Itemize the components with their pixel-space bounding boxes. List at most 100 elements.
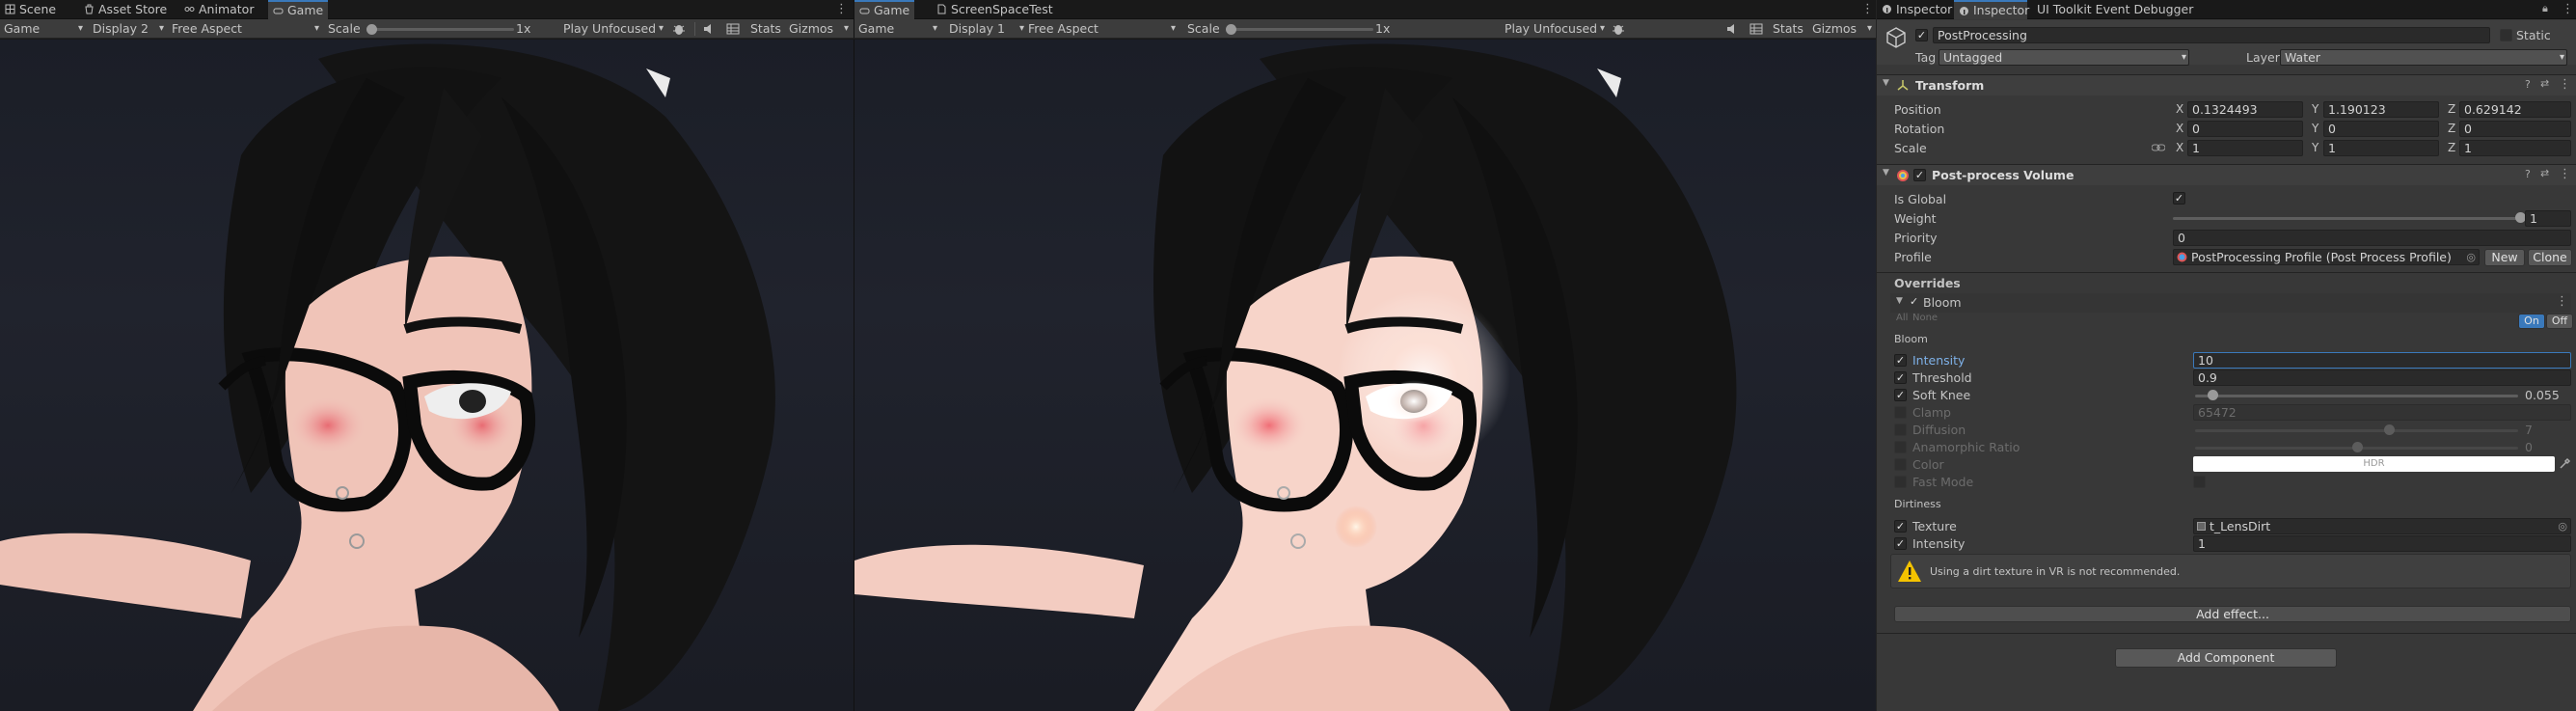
- volume-enabled-checkbox[interactable]: ✓: [1913, 169, 1926, 181]
- scale-z-field[interactable]: 1: [2459, 140, 2571, 156]
- scale-slider-knob[interactable]: [366, 24, 377, 35]
- position-z-field[interactable]: 0.629142: [2459, 101, 2571, 118]
- gizmos-dropdown[interactable]: Gizmos: [789, 20, 851, 38]
- object-picker-icon[interactable]: ◎: [2558, 519, 2567, 533]
- anamorphic-override-checkbox[interactable]: [1894, 441, 1907, 453]
- layer-dropdown[interactable]: Water: [2280, 49, 2567, 66]
- link-constrain-icon[interactable]: [2152, 142, 2165, 153]
- soft-knee-override-checkbox[interactable]: ✓: [1894, 389, 1907, 401]
- display-dropdown[interactable]: Display 1: [949, 20, 1026, 38]
- tab-game-mid[interactable]: Game: [854, 0, 914, 19]
- aspect-dropdown[interactable]: Free Aspect: [172, 20, 321, 38]
- stats-button[interactable]: Stats: [1773, 20, 1803, 38]
- intensity-override-checkbox[interactable]: ✓: [1894, 354, 1907, 367]
- texture-override-checkbox[interactable]: ✓: [1894, 520, 1907, 533]
- tab-scene[interactable]: Scene: [0, 0, 60, 19]
- static-checkbox[interactable]: [2500, 29, 2512, 41]
- preset-icon[interactable]: ⇄: [2540, 167, 2549, 179]
- diffusion-override-checkbox[interactable]: [1894, 424, 1907, 436]
- profile-object-field[interactable]: PostProcessing Profile (Post Process Pro…: [2173, 249, 2480, 265]
- soft-knee-slider-knob[interactable]: [2208, 390, 2219, 400]
- bloom-override-header[interactable]: ▼ ✓ Bloom ⋮: [1890, 293, 2571, 313]
- scale-slider[interactable]: [369, 28, 514, 31]
- bloom-enabled-check-icon[interactable]: ✓: [1910, 295, 1918, 308]
- help-icon[interactable]: ?: [2525, 78, 2531, 91]
- scale-x-field[interactable]: 1: [2187, 140, 2303, 156]
- tab-screen-space-test[interactable]: ScreenSpaceTest: [932, 0, 1057, 19]
- stats-grid-icon[interactable]: [1749, 22, 1763, 36]
- texture-object-field[interactable]: t_LensDirt ◎: [2193, 518, 2571, 534]
- clamp-override-checkbox[interactable]: [1894, 406, 1907, 419]
- dirt-intensity-field[interactable]: 1: [2193, 535, 2571, 552]
- display-dropdown[interactable]: Display 2: [93, 20, 166, 38]
- tab-inspector-2[interactable]: Inspector: [1954, 0, 2029, 19]
- intensity-field[interactable]: 10: [2193, 352, 2571, 369]
- rotation-z-field[interactable]: 0: [2459, 121, 2571, 137]
- audio-icon[interactable]: [702, 22, 716, 36]
- kebab-menu-icon[interactable]: ⋮: [2562, 2, 2574, 16]
- tab-ui-toolkit-debugger[interactable]: UI Toolkit Event Debugger: [2029, 0, 2193, 19]
- bloom-color-swatch[interactable]: HDR: [2193, 456, 2555, 472]
- bloom-on-button[interactable]: On: [2518, 314, 2545, 329]
- play-mode-dropdown[interactable]: Play Unfocused: [563, 20, 665, 38]
- rotation-y-field[interactable]: 0: [2323, 121, 2439, 137]
- threshold-field[interactable]: 0.9: [2193, 369, 2571, 386]
- left-game-viewport[interactable]: [0, 40, 854, 711]
- aspect-dropdown[interactable]: Free Aspect: [1028, 20, 1178, 38]
- add-component-button[interactable]: Add Component: [2115, 648, 2337, 668]
- foldout-arrow-icon[interactable]: ▼: [1883, 78, 1889, 88]
- help-icon[interactable]: ?: [2525, 168, 2531, 180]
- scale-slider[interactable]: [1229, 28, 1373, 31]
- bloom-off-button[interactable]: Off: [2546, 314, 2573, 329]
- game-view-dropdown[interactable]: Game: [858, 20, 939, 38]
- bug-icon[interactable]: [672, 22, 686, 36]
- priority-field[interactable]: 0: [2173, 230, 2571, 246]
- kebab-menu-icon[interactable]: ⋮: [1861, 2, 1874, 16]
- weight-slider[interactable]: [2173, 217, 2520, 220]
- post-process-volume-header[interactable]: ▼ ✓ Post-process Volume ? ⇄ ⋮: [1877, 164, 2576, 185]
- component-menu-icon[interactable]: ⋮: [2559, 167, 2571, 181]
- mid-game-viewport[interactable]: [854, 40, 1876, 711]
- object-picker-icon[interactable]: ◎: [2466, 250, 2476, 264]
- play-mode-dropdown[interactable]: Play Unfocused: [1505, 20, 1607, 38]
- stats-button[interactable]: Stats: [750, 20, 781, 38]
- tab-inspector-1[interactable]: Inspector: [1877, 0, 1952, 19]
- transform-header[interactable]: ▼ Transform ? ⇄ ⋮: [1877, 74, 2576, 96]
- fast-mode-override-checkbox[interactable]: [1894, 476, 1907, 488]
- add-effect-button[interactable]: Add effect...: [1894, 606, 2571, 622]
- rotation-x-field[interactable]: 0: [2187, 121, 2303, 137]
- position-x-field[interactable]: 0.1324493: [2187, 101, 2303, 118]
- is-global-checkbox[interactable]: ✓: [2173, 192, 2185, 205]
- active-checkbox[interactable]: ✓: [1915, 29, 1928, 41]
- scale-y-field[interactable]: 1: [2323, 140, 2439, 156]
- component-menu-icon[interactable]: ⋮: [2559, 77, 2571, 92]
- eyedropper-icon[interactable]: [2559, 457, 2571, 470]
- object-name-field[interactable]: PostProcessing: [1933, 27, 2490, 43]
- gizmos-dropdown[interactable]: Gizmos: [1812, 20, 1874, 38]
- stats-grid-icon[interactable]: [726, 22, 740, 36]
- bug-icon[interactable]: [1612, 22, 1625, 36]
- game-view-dropdown[interactable]: Game: [4, 20, 85, 38]
- dirt-intensity-override-checkbox[interactable]: ✓: [1894, 537, 1907, 550]
- tag-dropdown[interactable]: Untagged: [1939, 49, 2189, 66]
- effect-menu-icon[interactable]: ⋮: [2556, 294, 2568, 309]
- color-override-checkbox[interactable]: [1894, 458, 1907, 471]
- foldout-arrow-icon[interactable]: ▼: [1896, 296, 1903, 306]
- tab-game-left[interactable]: Game: [268, 0, 328, 19]
- position-y-field[interactable]: 1.190123: [2323, 101, 2439, 118]
- all-toggle[interactable]: All: [1896, 313, 1908, 323]
- tab-asset-store[interactable]: Asset Store: [79, 0, 167, 19]
- audio-icon[interactable]: [1725, 22, 1739, 36]
- new-profile-button[interactable]: New: [2484, 249, 2525, 266]
- lock-icon[interactable]: 🔒︎: [2542, 2, 2548, 15]
- threshold-override-checkbox[interactable]: ✓: [1894, 371, 1907, 384]
- foldout-arrow-icon[interactable]: ▼: [1883, 168, 1889, 178]
- weight-value-field[interactable]: 1: [2525, 210, 2571, 227]
- preset-icon[interactable]: ⇄: [2540, 77, 2549, 90]
- tab-animator[interactable]: Animator: [179, 0, 255, 19]
- soft-knee-value[interactable]: 0.055: [2525, 388, 2560, 402]
- scale-slider-knob[interactable]: [1226, 24, 1236, 35]
- kebab-menu-icon[interactable]: ⋮: [835, 2, 848, 16]
- clone-profile-button[interactable]: Clone: [2528, 249, 2572, 266]
- soft-knee-slider[interactable]: [2195, 395, 2518, 397]
